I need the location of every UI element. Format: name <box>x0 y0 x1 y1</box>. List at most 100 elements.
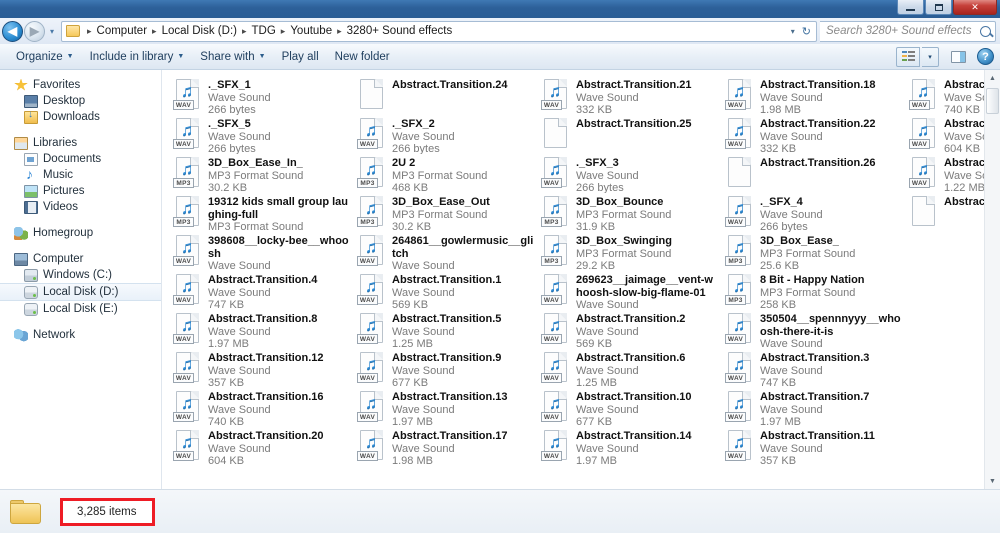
file-item[interactable]: ♫MP33D_Box_BounceMP3 Format Sound31.9 KB <box>536 193 720 232</box>
file-item[interactable]: ♫WAVAbstract.Transition.3Wave Sound747 K… <box>720 349 904 388</box>
file-item[interactable]: ♫WAV._SFX_1Wave Sound266 bytes <box>168 76 352 115</box>
file-item[interactable]: ♫MP319312 kids small group laughing-full… <box>168 193 352 232</box>
file-item[interactable]: ♫MP33D_Box_Ease_MP3 Format Sound25.6 KB <box>720 232 904 271</box>
scroll-down-button[interactable]: ▼ <box>985 473 1000 489</box>
file-item[interactable]: ♫WAVAbstract.Transition.12Wave Sound357 … <box>168 349 352 388</box>
sidebar-item-favorites[interactable]: Favorites <box>0 77 161 93</box>
file-item[interactable]: ♫WAVAbstract.Transition.13Wave Sound1.97… <box>352 388 536 427</box>
sidebar-item-local-disk-e[interactable]: Local Disk (E:) <box>0 301 161 317</box>
file-item[interactable]: ♫WAV._SFX_5Wave Sound266 bytes <box>168 115 352 154</box>
history-dropdown-button[interactable]: ▾ <box>46 27 58 36</box>
refresh-icon[interactable]: ↻ <box>799 25 814 38</box>
file-item[interactable]: ♫WAVAbstract.Transition.8Wave Sound1.97 … <box>168 310 352 349</box>
file-item[interactable]: ♫MP33D_Box_SwingingMP3 Format Sound29.2 … <box>536 232 720 271</box>
file-item[interactable]: ♫Abstract.Transition.26 <box>720 154 904 193</box>
file-item[interactable]: ♫WAV269623__jaimage__vent-whoosh-slow-bi… <box>536 271 720 310</box>
file-item[interactable]: ♫WAVAbstract.Transition.16Wave Sound740 … <box>168 388 352 427</box>
file-info: Abstract.Transition.20Wave Sound604 KB <box>208 429 350 466</box>
sidebar-item-local-disk-d[interactable]: Local Disk (D:) <box>0 283 161 301</box>
search-box[interactable]: Search 3280+ Sound effects <box>820 21 996 42</box>
file-format-badge: MP3 <box>541 217 562 227</box>
file-item[interactable]: ♫WAVAbstract.Transition.2Wave Sound569 K… <box>536 310 720 349</box>
navigation-buttons: ◀ ▶ ▾ <box>2 21 58 42</box>
forward-button[interactable]: ▶ <box>24 21 45 42</box>
play-all-button[interactable]: Play all <box>274 48 327 66</box>
file-size: 747 KB <box>208 299 350 310</box>
file-item[interactable]: ♫Abstract.Transition.25 <box>536 115 720 154</box>
sidebar-item-label: Documents <box>43 153 101 165</box>
file-item[interactable]: ♫WAVAbstract.Transition.6Wave Sound1.25 … <box>536 349 720 388</box>
sidebar-item-downloads[interactable]: Downloads <box>0 109 161 125</box>
sidebar-item-videos[interactable]: Videos <box>0 199 161 215</box>
file-item[interactable]: ♫WAVAbstract.Transition.22Wave Sound332 … <box>720 115 904 154</box>
sidebar-item-documents[interactable]: Documents <box>0 151 161 167</box>
share-with-button[interactable]: Share with ▼ <box>192 48 273 66</box>
file-item[interactable]: ♫MP38 Bit - Happy NationMP3 Format Sound… <box>720 271 904 310</box>
file-item[interactable]: ♫WAVAbstract.Transition.11Wave Sound357 … <box>720 427 904 466</box>
chevron-down-icon: ▼ <box>67 53 74 60</box>
sidebar-item-desktop[interactable]: Desktop <box>0 93 161 109</box>
close-button[interactable]: ✕ <box>953 0 997 15</box>
file-item[interactable]: ♫WAVAbstract.Transition.21Wave Sound332 … <box>536 76 720 115</box>
file-item[interactable]: ♫Abstract.Transition.24 <box>352 76 536 115</box>
file-item[interactable]: ♫WAVAbstract.Transition.15Wave Sound740 … <box>904 76 984 115</box>
change-view-button[interactable] <box>896 47 920 67</box>
file-item[interactable]: ♫WAV350504__spennnyyy__whoosh-there-it-i… <box>720 310 904 349</box>
sidebar-item-music[interactable]: Music <box>0 167 161 183</box>
sidebar-item-pictures[interactable]: Pictures <box>0 183 161 199</box>
minimize-button[interactable] <box>897 0 924 15</box>
organize-button[interactable]: Organize ▼ <box>8 48 82 66</box>
maximize-button[interactable] <box>925 0 952 15</box>
file-item[interactable]: ♫WAVAbstract.Transition.20Wave Sound604 … <box>168 427 352 466</box>
file-item[interactable]: ♫WAVAbstract.Transition.18Wave Sound1.98… <box>720 76 904 115</box>
file-item[interactable]: ♫WAVAbstract.Transition.1Wave Sound569 K… <box>352 271 536 310</box>
file-item[interactable]: ♫WAVAbstract.Transition.17Wave Sound1.98… <box>352 427 536 466</box>
file-item[interactable]: ♫WAVAbstract.Transition.9Wave Sound677 K… <box>352 349 536 388</box>
vertical-scrollbar[interactable]: ▲ ▼ <box>984 70 1000 489</box>
sidebar-item-homegroup[interactable]: Homegroup <box>0 225 161 241</box>
scroll-up-button[interactable]: ▲ <box>985 70 1000 86</box>
sidebar-item-libraries[interactable]: Libraries <box>0 135 161 151</box>
file-item[interactable]: ♫WAV398608__locky-bee__whooshWave Sound6… <box>168 232 352 271</box>
file-item[interactable]: ♫MP32U 2MP3 Format Sound468 KB <box>352 154 536 193</box>
address-dropdown-icon[interactable]: ▾ <box>787 27 799 36</box>
include-in-library-button[interactable]: Include in library ▼ <box>82 48 193 66</box>
search-input[interactable]: Search 3280+ Sound effects <box>826 25 980 37</box>
sidebar-item-windows-c[interactable]: Windows (C:) <box>0 267 161 283</box>
file-item[interactable]: ♫WAVAbstract.Transition.5Wave Sound1.25 … <box>352 310 536 349</box>
file-name: 3D_Box_Ease_ <box>760 235 902 248</box>
file-item[interactable]: ♫WAVAbstract.Transition.10Wave Sound677 … <box>536 388 720 427</box>
scrollbar-thumb[interactable] <box>986 88 999 114</box>
preview-pane-button[interactable] <box>947 47 969 67</box>
file-item[interactable]: ♫WAV._SFX_2Wave Sound266 bytes <box>352 115 536 154</box>
breadcrumb-item-computer[interactable]: Computer <box>96 25 149 37</box>
file-item[interactable]: ♫MP33D_Box_Ease_OutMP3 Format Sound30.2 … <box>352 193 536 232</box>
file-item[interactable]: ♫WAVAbstract.Transition.4Wave Sound747 K… <box>168 271 352 310</box>
file-item[interactable]: ♫WAV264861__gowlermusic__glitchWave Soun… <box>352 232 536 271</box>
help-button[interactable]: ? <box>977 48 994 65</box>
sidebar-item-label: Music <box>43 169 73 181</box>
breadcrumb-item-sound-effects[interactable]: 3280+ Sound effects <box>346 25 454 37</box>
scrollbar-track[interactable] <box>985 86 1000 473</box>
sidebar-item-computer[interactable]: Computer <box>0 251 161 267</box>
file-item[interactable]: ♫WAVAbstract.Transition.7Wave Sound1.97 … <box>720 388 904 427</box>
file-item[interactable]: ♫WAVAbstract.Transition.14Wave Sound1.97… <box>536 427 720 466</box>
wav-file-icon: ♫WAV <box>540 274 570 308</box>
minimize-icon <box>906 9 915 11</box>
file-list[interactable]: ♫WAV._SFX_1Wave Sound266 bytes♫WAV._SFX_… <box>162 70 984 489</box>
back-button[interactable]: ◀ <box>2 21 23 42</box>
breadcrumb-item-youtube[interactable]: Youtube <box>289 25 333 37</box>
breadcrumb-item-tdg[interactable]: TDG <box>251 25 277 37</box>
file-item[interactable]: ♫WAV._SFX_4Wave Sound266 bytes <box>720 193 904 232</box>
file-item[interactable]: ♫MP33D_Box_Ease_In_MP3 Format Sound30.2 … <box>168 154 352 193</box>
breadcrumb-item-local-disk-d[interactable]: Local Disk (D:) <box>161 25 238 37</box>
file-item[interactable]: ♫WAV._SFX_3Wave Sound266 bytes <box>536 154 720 193</box>
sidebar-item-network[interactable]: Network <box>0 327 161 343</box>
file-item[interactable]: ♫Abstract.Transition.27 <box>904 193 984 232</box>
file-item[interactable]: ♫WAVAbstract.Transition.23Wave Sound1.22… <box>904 154 984 193</box>
file-item[interactable]: ♫WAVAbstract.Transition.19Wave Sound604 … <box>904 115 984 154</box>
breadcrumb-bar[interactable]: ▸ Computer ▸ Local Disk (D:) ▸ TDG ▸ You… <box>61 21 817 42</box>
wav-file-icon: ♫WAV <box>724 391 754 425</box>
new-folder-button[interactable]: New folder <box>327 48 398 66</box>
change-view-dropdown[interactable]: ▾ <box>922 47 939 67</box>
